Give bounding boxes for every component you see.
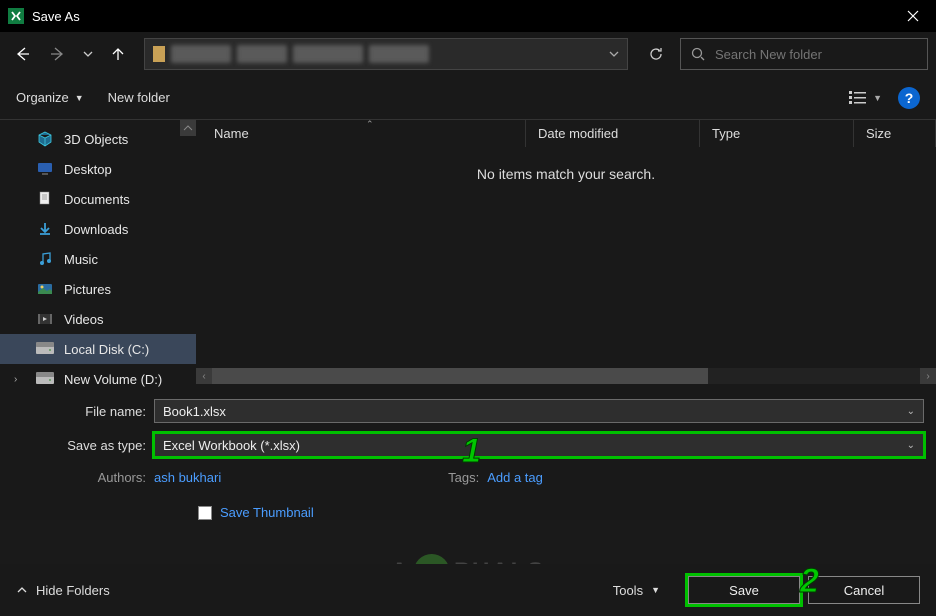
navbar: [0, 32, 936, 76]
chevron-down-icon: [609, 49, 619, 59]
window-title: Save As: [32, 9, 890, 24]
scrollbar-up[interactable]: [180, 120, 196, 136]
search-input[interactable]: [715, 47, 917, 62]
chevron-down-icon: ⌄: [907, 406, 915, 417]
sidebar-label: Music: [64, 252, 98, 267]
tools-label: Tools: [613, 583, 643, 598]
horizontal-scrollbar[interactable]: ‹ ›: [196, 368, 936, 384]
sidebar-item-desktop[interactable]: Desktop: [0, 154, 196, 184]
column-type[interactable]: Type: [700, 120, 854, 147]
address-bar[interactable]: [144, 38, 628, 70]
organize-button[interactable]: Organize ▼: [16, 90, 84, 105]
arrow-up-icon: [110, 46, 126, 62]
sidebar-label: New Volume (D:): [64, 372, 162, 387]
close-button[interactable]: [890, 0, 936, 32]
forward-button[interactable]: [44, 40, 72, 68]
sidebar-item-3d-objects[interactable]: 3D Objects: [0, 124, 196, 154]
excel-icon: [8, 8, 24, 24]
hide-folders-label: Hide Folders: [36, 583, 110, 598]
download-icon: [36, 221, 54, 237]
arrow-right-icon: [50, 46, 66, 62]
organize-label: Organize: [16, 90, 69, 105]
sidebar: 3D Objects Desktop Documents Downloads M…: [0, 120, 196, 384]
annotation-callout-2: 2: [800, 562, 819, 601]
documents-icon: [36, 191, 54, 207]
chevron-down-icon: ▼: [873, 93, 882, 103]
body: 3D Objects Desktop Documents Downloads M…: [0, 120, 936, 384]
view-icon: [849, 90, 869, 106]
sidebar-item-documents[interactable]: Documents: [0, 184, 196, 214]
new-folder-button[interactable]: New folder: [108, 90, 170, 105]
sidebar-item-videos[interactable]: Videos: [0, 304, 196, 334]
chevron-down-icon: ⌄: [907, 440, 915, 451]
chevron-down-icon: ▼: [75, 93, 84, 103]
chevron-down-icon: [83, 49, 93, 59]
close-icon: [907, 10, 919, 22]
save-thumbnail-checkbox[interactable]: [198, 506, 212, 520]
view-options-button[interactable]: ▼: [849, 90, 882, 106]
savetype-dropdown[interactable]: Excel Workbook (*.xlsx) ⌄: [154, 433, 924, 457]
hide-folders-button[interactable]: Hide Folders: [16, 583, 110, 598]
footer: Hide Folders Tools ▼ Save Cancel: [0, 564, 936, 616]
column-headers: ⌃ Name Date modified Type Size: [196, 120, 936, 148]
toolbar: Organize ▼ New folder ▼ ?: [0, 76, 936, 120]
sidebar-label: Videos: [64, 312, 104, 327]
chevron-up-icon: [16, 584, 28, 596]
sidebar-label: Local Disk (C:): [64, 342, 149, 357]
scroll-left-button[interactable]: ‹: [196, 368, 212, 384]
chevron-down-icon: ▼: [651, 585, 660, 595]
filename-label: File name:: [12, 404, 154, 419]
sidebar-label: Pictures: [64, 282, 111, 297]
save-button[interactable]: Save: [688, 576, 800, 604]
folder-icon: [153, 46, 165, 62]
videos-icon: [36, 311, 54, 327]
sidebar-label: 3D Objects: [64, 132, 128, 147]
column-name[interactable]: Name: [196, 120, 526, 147]
content-pane: ⌃ Name Date modified Type Size No items …: [196, 120, 936, 384]
savetype-label: Save as type:: [12, 438, 154, 453]
scroll-right-button[interactable]: ›: [920, 368, 936, 384]
sidebar-item-music[interactable]: Music: [0, 244, 196, 274]
refresh-button[interactable]: [640, 46, 672, 62]
authors-value[interactable]: ash bukhari: [154, 470, 221, 485]
sidebar-label: Downloads: [64, 222, 128, 237]
sort-caret-icon: ⌃: [366, 119, 374, 130]
pictures-icon: [36, 281, 54, 297]
search-box[interactable]: [680, 38, 928, 70]
back-button[interactable]: [8, 40, 36, 68]
chevron-right-icon: ›: [14, 374, 17, 385]
sidebar-label: Desktop: [64, 162, 112, 177]
disk-icon: [36, 341, 54, 357]
column-date[interactable]: Date modified: [526, 120, 700, 147]
desktop-icon: [36, 161, 54, 177]
recent-dropdown[interactable]: [80, 40, 96, 68]
up-button[interactable]: [104, 40, 132, 68]
titlebar: Save As: [0, 0, 936, 32]
authors-label: Authors:: [12, 470, 154, 485]
tags-label: Tags:: [411, 470, 487, 485]
sidebar-item-local-disk-c[interactable]: Local Disk (C:): [0, 334, 196, 364]
cube-icon: [36, 131, 54, 147]
sidebar-item-pictures[interactable]: Pictures: [0, 274, 196, 304]
filename-value: Book1.xlsx: [163, 404, 226, 419]
scroll-thumb[interactable]: [212, 368, 708, 384]
savetype-value: Excel Workbook (*.xlsx): [163, 438, 300, 453]
search-icon: [691, 47, 705, 61]
filename-input[interactable]: Book1.xlsx ⌄: [154, 399, 924, 423]
annotation-callout-1: 1: [462, 432, 481, 471]
help-button[interactable]: ?: [898, 87, 920, 109]
sidebar-item-downloads[interactable]: Downloads: [0, 214, 196, 244]
refresh-icon: [648, 46, 664, 62]
cancel-button[interactable]: Cancel: [808, 576, 920, 604]
music-icon: [36, 251, 54, 267]
arrow-left-icon: [14, 46, 30, 62]
tags-value[interactable]: Add a tag: [487, 470, 543, 485]
sidebar-label: Documents: [64, 192, 130, 207]
empty-message: No items match your search.: [196, 148, 936, 182]
save-thumbnail-label[interactable]: Save Thumbnail: [220, 505, 314, 520]
disk-icon: [36, 371, 54, 387]
column-size[interactable]: Size: [854, 120, 936, 147]
sidebar-item-new-volume-d[interactable]: › New Volume (D:): [0, 364, 196, 394]
tools-dropdown[interactable]: Tools ▼: [613, 583, 660, 598]
